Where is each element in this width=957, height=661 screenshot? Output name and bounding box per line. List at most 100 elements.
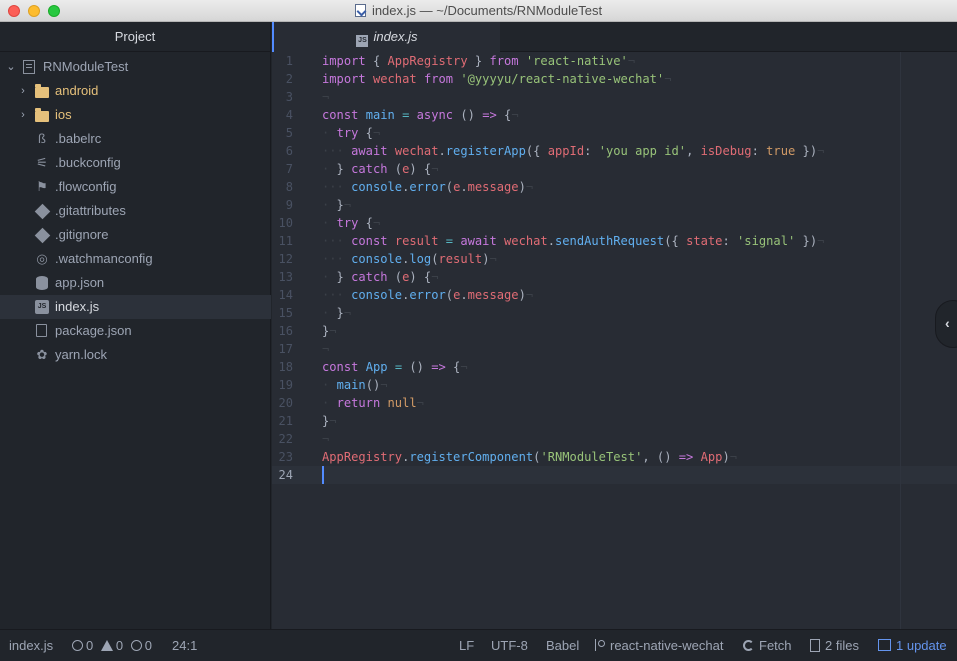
code-token: ( [387, 270, 403, 284]
code-token: state [686, 234, 723, 248]
tree-item-label: ios [55, 107, 72, 122]
tree-item-gitattributes[interactable]: .gitattributes [0, 199, 271, 223]
status-bar: index.js 0 0 0 24:1 LF UTF-8 Babel react… [0, 629, 957, 661]
repo-icon [23, 60, 35, 74]
code-token: 'signal' [737, 234, 796, 248]
diagnostics-counter[interactable]: 0 0 0 [72, 630, 152, 661]
code-token: await [351, 144, 388, 158]
tree-item-babelrc[interactable]: ß .babelrc [0, 127, 271, 151]
code-token: error [409, 180, 446, 194]
project-sidebar: Project ⌄ RNModuleTest › android › ios ß… [0, 22, 271, 629]
code-token: ¬ [817, 144, 825, 158]
status-file-path[interactable]: index.js [9, 630, 53, 661]
code-token: => [678, 450, 694, 464]
tree-item-index-js[interactable]: JS index.js [0, 295, 271, 319]
code-token: wechat [372, 72, 417, 86]
grammar-selector[interactable]: Babel [546, 630, 579, 661]
code-token: () [365, 378, 381, 392]
folder-icon [35, 84, 49, 98]
git-icon [34, 227, 51, 244]
line-number: 2 [285, 72, 293, 86]
tab-index-js[interactable]: JS index.js [272, 22, 500, 52]
package-updates-label: 1 update [896, 638, 947, 653]
tab-label: index.js [373, 29, 418, 44]
package-updates[interactable]: 1 update [878, 630, 947, 661]
code-token: error [409, 288, 446, 302]
error-icon [72, 640, 83, 651]
code-token: }) [795, 144, 818, 158]
wrap-guide [900, 52, 901, 629]
tree-item-buckconfig[interactable]: ⚟ .buckconfig [0, 151, 271, 175]
package-icon [36, 324, 47, 337]
babel-icon: ß [38, 131, 46, 146]
line-number: 7 [285, 162, 293, 176]
tree-item-watchmanconfig[interactable]: ◎ .watchmanconfig [0, 247, 271, 271]
tree-item-label: .buckconfig [55, 155, 121, 170]
tree-item-gitignore[interactable]: .gitignore [0, 223, 271, 247]
tree-item-package-json[interactable]: package.json [0, 319, 271, 343]
code-token: try [336, 216, 359, 230]
code-line: }¬ [322, 322, 337, 340]
code-token: ¬ [322, 90, 330, 104]
code-token: }) [795, 234, 818, 248]
cursor-position[interactable]: 24:1 [172, 630, 197, 661]
current-line-highlight [272, 466, 957, 484]
code-line: ¬ [322, 340, 329, 358]
code-token: } [329, 162, 352, 176]
code-editor[interactable]: 1 2 3 4 5 6 7 8 9 10 11 12 13 14 15 16 17 18 19 20 21 22 23 24 … [272, 52, 957, 629]
code-token: App [700, 450, 723, 464]
tree-item-ios[interactable]: › ios [0, 103, 271, 127]
line-number: 11 [278, 234, 293, 248]
code-line: ··· console.error(e.message)¬ [322, 178, 533, 196]
line-number: 10 [278, 216, 293, 230]
js-icon: JS [35, 300, 49, 314]
code-token: appId [547, 144, 585, 158]
tree-root[interactable]: ⌄ RNModuleTest [0, 55, 271, 79]
tree-item-yarn-lock[interactable]: ✿ yarn.lock [0, 343, 271, 367]
line-ending-selector[interactable]: LF [459, 630, 474, 661]
code-token: console [351, 252, 403, 266]
code-token: () [453, 108, 483, 122]
info-count: 0 [144, 638, 152, 653]
code-token: ··· [322, 180, 344, 194]
code-line: · } catch (e) {¬ [322, 268, 439, 286]
tree-root-label: RNModuleTest [43, 59, 129, 74]
code-token: ¬ [343, 306, 352, 320]
code-token: ··· [322, 234, 344, 248]
tree-item-label: .babelrc [55, 131, 102, 146]
code-token: { [445, 360, 461, 374]
code-token: from [489, 54, 519, 68]
git-branch[interactable]: react-native-wechat [595, 630, 723, 661]
code-token: ¬ [627, 54, 636, 68]
tree-item-label: package.json [55, 323, 132, 338]
code-line: import wechat from '@yyyyu/react-native-… [322, 70, 672, 88]
code-token: ··· [322, 288, 344, 302]
fetch-button[interactable]: Fetch [743, 630, 792, 661]
encoding-selector[interactable]: UTF-8 [491, 630, 528, 661]
code-token: result [394, 234, 439, 248]
line-number: 20 [278, 396, 293, 410]
branch-icon [595, 639, 605, 651]
tree-item-app-json[interactable]: app.json [0, 271, 271, 295]
code-token: from [423, 72, 454, 86]
code-token: ¬ [380, 378, 388, 392]
yarn-icon: ✿ [36, 347, 48, 362]
code-token: ¬ [431, 162, 439, 176]
code-line: AppRegistry.registerComponent('RNModuleT… [322, 448, 737, 466]
window-title: index.js — ~/Documents/RNModuleTest [0, 3, 957, 18]
warning-count: 0 [115, 638, 124, 653]
code-token: => [431, 360, 446, 374]
line-number: 18 [278, 360, 293, 374]
line-number: 16 [278, 324, 293, 338]
tree-item-label: app.json [55, 275, 105, 290]
tree-item-android[interactable]: › android [0, 79, 271, 103]
toggle-panel-button[interactable]: ‹ [935, 300, 957, 348]
code-token: ¬ [372, 216, 381, 230]
tree-item-flowconfig[interactable]: ⚑ .flowconfig [0, 175, 271, 199]
code-token: catch [351, 270, 388, 284]
changed-files[interactable]: 2 files [810, 630, 859, 661]
